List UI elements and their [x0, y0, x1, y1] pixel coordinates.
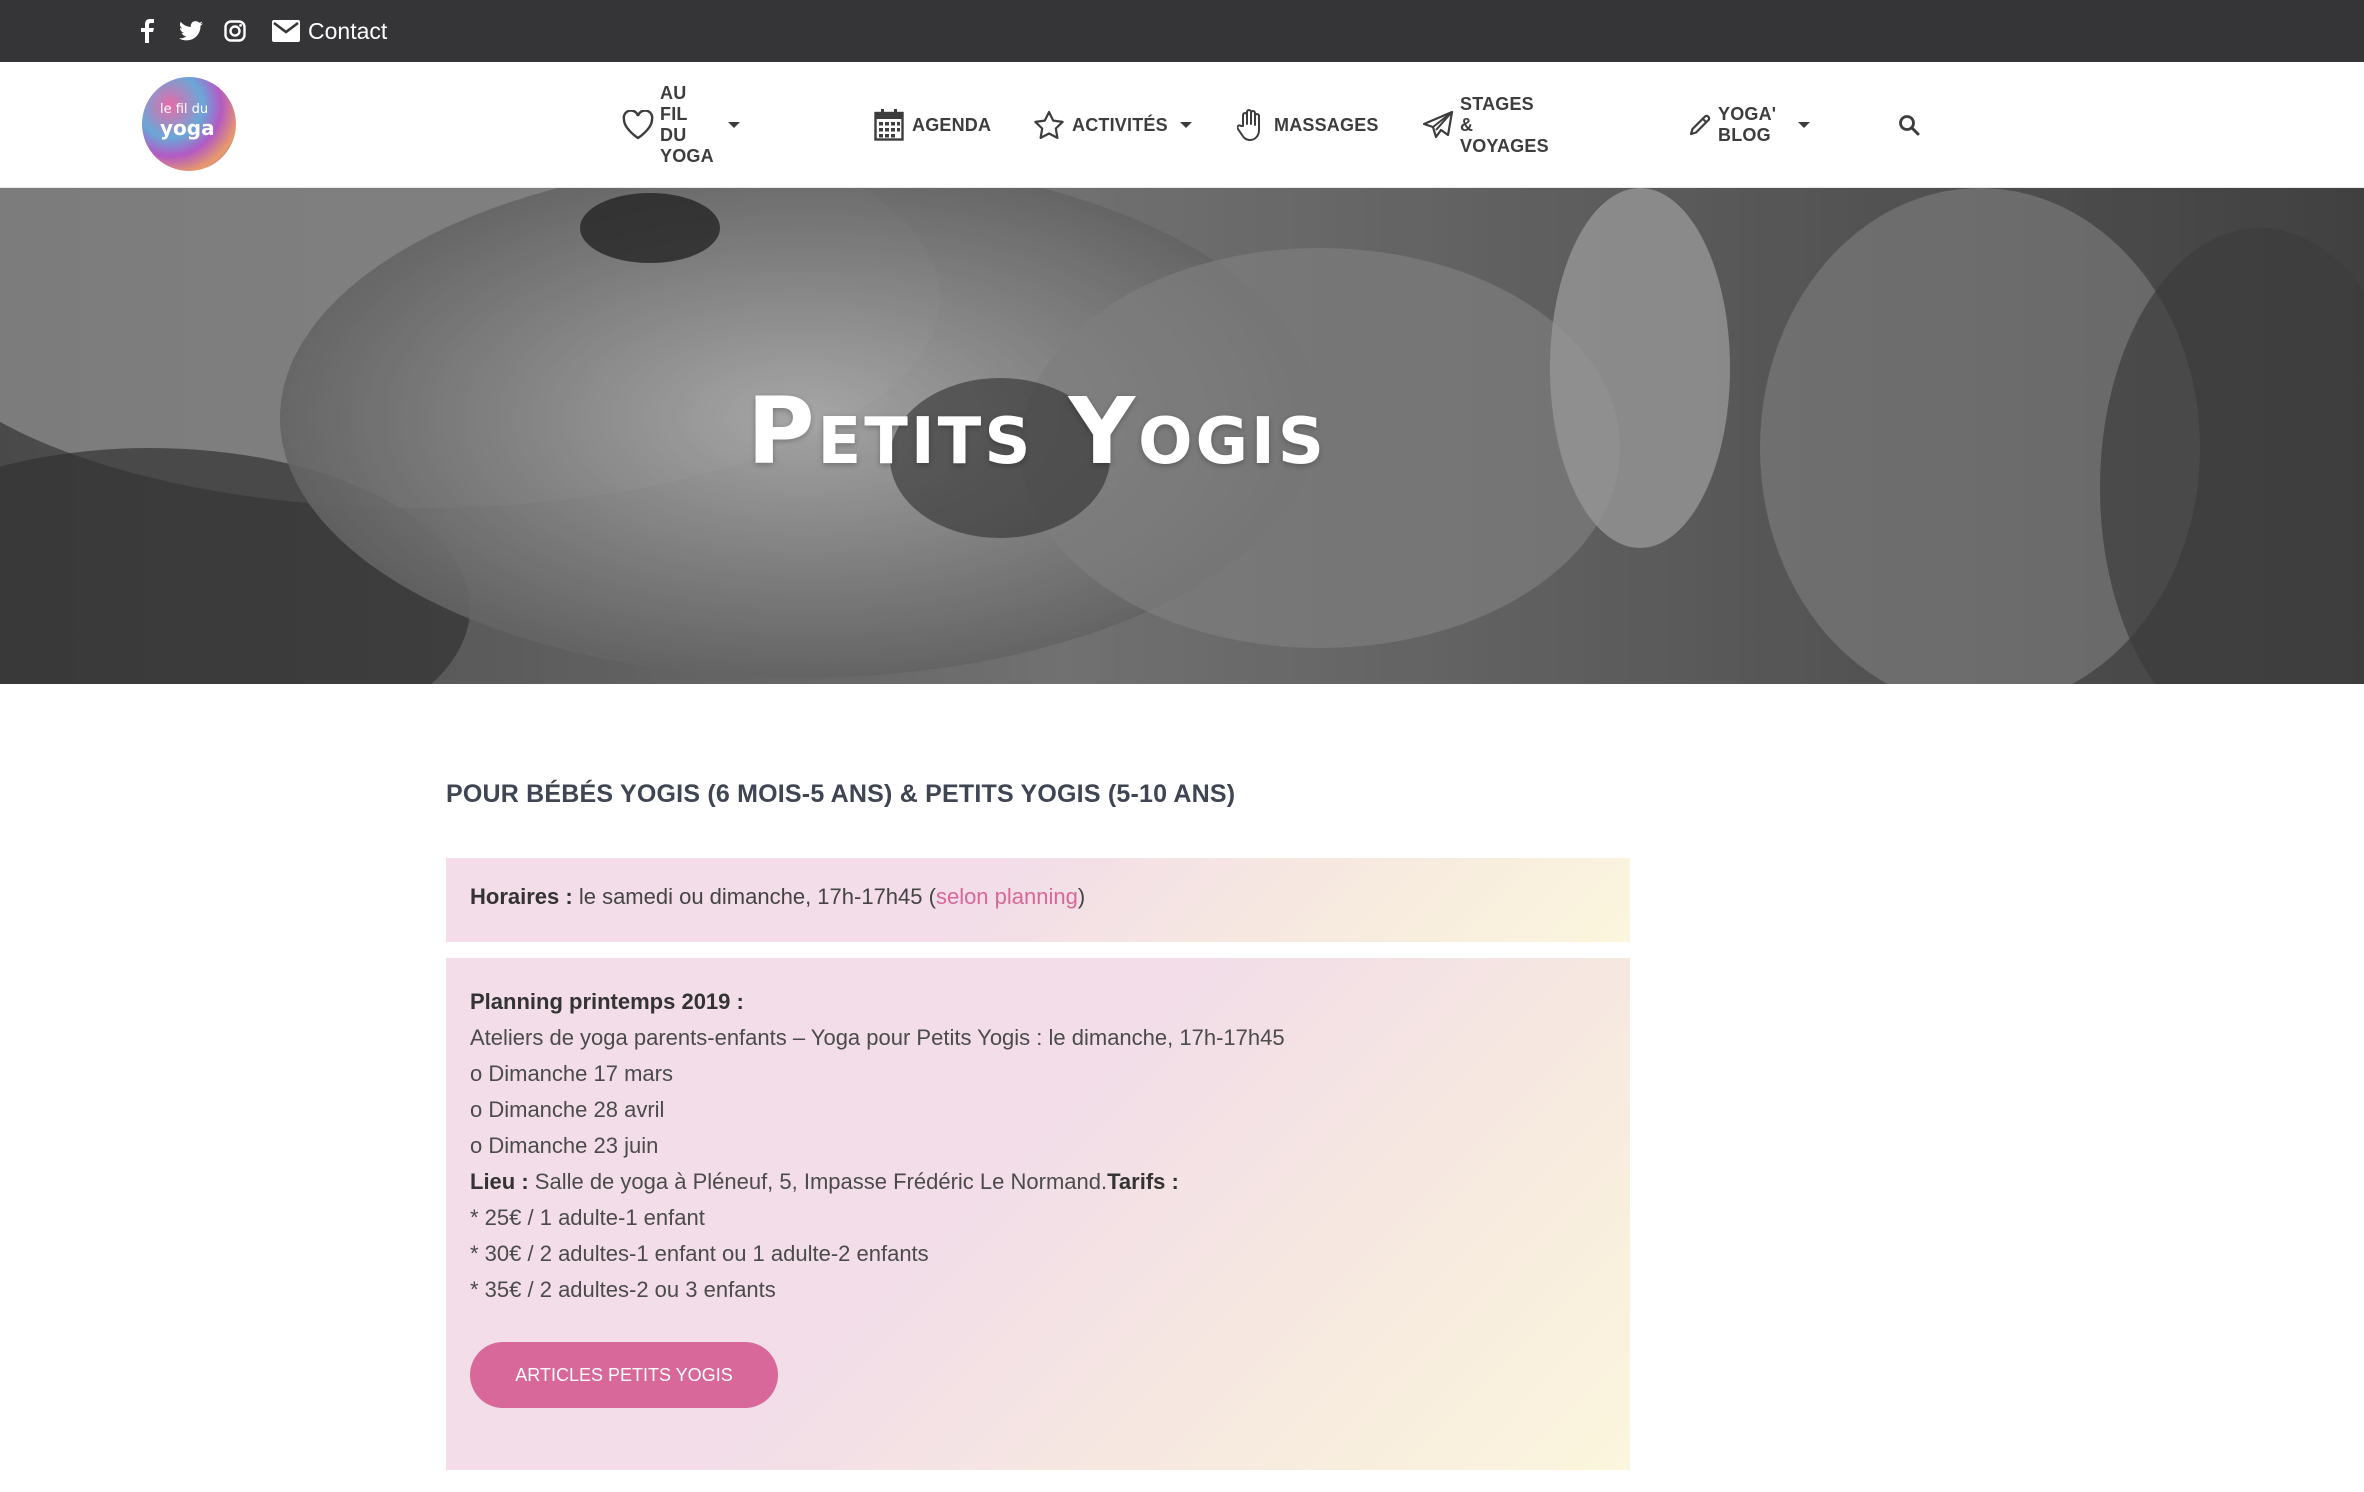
- date-item: o Dimanche 17 mars: [470, 1061, 673, 1086]
- nav-item-massages[interactable]: MASSAGES: [1234, 108, 1379, 142]
- lieu-value: Salle de yoga à Pléneuf, 5, Impasse Fréd…: [528, 1169, 1108, 1194]
- tarif-item: * 30€ / 2 adultes-1 enfant ou 1 adulte-2…: [470, 1241, 929, 1266]
- horaires-value: le samedi ou dimanche, 17h-17h45 (: [572, 884, 936, 909]
- nav-label: STAGES & VOYAGES: [1460, 93, 1549, 156]
- star-icon: [1032, 108, 1066, 142]
- facebook-icon[interactable]: [134, 18, 160, 44]
- search-icon: [1892, 108, 1926, 142]
- horaires-box: Horaires : le samedi ou dimanche, 17h-17…: [446, 858, 1630, 942]
- planning-line: Ateliers de yoga parents-enfants – Yoga …: [470, 1025, 1285, 1050]
- twitter-icon[interactable]: [178, 18, 204, 44]
- nav-item-yoga-blog[interactable]: YOGA' BLOG: [1688, 104, 1811, 146]
- pencil-icon: [1688, 108, 1712, 142]
- nav-item-activites[interactable]: ACTIVITÉS: [1032, 108, 1192, 142]
- nav-label: ACTIVITÉS: [1072, 114, 1168, 135]
- nav-item-stages-voyages[interactable]: STAGES & VOYAGES: [1422, 94, 1551, 157]
- chevron-down-icon: [1179, 122, 1192, 128]
- social-links: Contact: [134, 14, 387, 48]
- hero-banner: Petits Yogis: [0, 188, 2364, 684]
- calendar-icon: [872, 108, 906, 142]
- logo-line1: le fil du: [160, 102, 209, 117]
- section-subtitle: POUR BÉBÉS YOGIS (6 MOIS-5 ANS) & PETITS…: [446, 780, 1236, 808]
- tarif-item: * 35€ / 2 adultes-2 ou 3 enfants: [470, 1277, 776, 1302]
- chevron-down-icon: [727, 122, 740, 128]
- page-title: Petits Yogis: [747, 378, 1327, 485]
- lieu-line: Lieu : Salle de yoga à Pléneuf, 5, Impas…: [470, 1164, 1285, 1200]
- articles-petits-yogis-button[interactable]: ARTICLES PETITS YOGIS: [470, 1342, 778, 1408]
- main-content: POUR BÉBÉS YOGIS (6 MOIS-5 ANS) & PETITS…: [446, 780, 1630, 1470]
- top-bar: Contact: [0, 0, 2364, 62]
- nav-label: MASSAGES: [1274, 114, 1379, 135]
- site-header: le fil du yoga AU FIL DU YOGA AGENDA ACT…: [0, 62, 2364, 188]
- site-logo[interactable]: le fil du yoga: [142, 77, 236, 171]
- paper-plane-icon: [1422, 108, 1454, 142]
- date-item: o Dimanche 28 avril: [470, 1097, 665, 1122]
- logo-line2: yoga: [160, 116, 215, 140]
- nav-item-agenda[interactable]: AGENDA: [872, 108, 991, 142]
- horaires-close: ): [1077, 884, 1086, 909]
- nav-label: AGENDA: [912, 114, 992, 135]
- planning-box: Planning printemps 2019 : Ateliers de yo…: [446, 958, 1630, 1470]
- contact-link[interactable]: Contact: [272, 17, 387, 45]
- hand-icon: [1234, 108, 1268, 142]
- chevron-down-icon: [1798, 122, 1811, 128]
- logo-text: le fil du yoga: [160, 103, 215, 138]
- instagram-icon[interactable]: [222, 18, 248, 44]
- planning-title: Planning printemps 2019 :: [470, 989, 744, 1014]
- tarif-item: * 25€ / 1 adulte-1 enfant: [470, 1205, 705, 1230]
- nav-label: YOGA' BLOG: [1718, 104, 1777, 145]
- horaires-text: Horaires : le samedi ou dimanche, 17h-17…: [470, 884, 1085, 910]
- horaires-label: Horaires :: [470, 884, 573, 909]
- nav-label: AU FIL DU YOGA: [660, 83, 714, 166]
- heart-icon: [622, 108, 654, 142]
- planning-text: Planning printemps 2019 : Ateliers de yo…: [470, 984, 1285, 1308]
- nav-item-au-fil-du-yoga[interactable]: AU FIL DU YOGA: [622, 83, 740, 167]
- search-button[interactable]: [1892, 108, 1926, 142]
- date-item: o Dimanche 23 juin: [470, 1133, 659, 1158]
- contact-label: Contact: [308, 17, 388, 44]
- envelope-icon: [272, 17, 300, 45]
- selon-planning-link[interactable]: selon planning: [936, 884, 1078, 909]
- tarifs-label: Tarifs :: [1107, 1169, 1179, 1194]
- lieu-label: Lieu :: [470, 1169, 529, 1194]
